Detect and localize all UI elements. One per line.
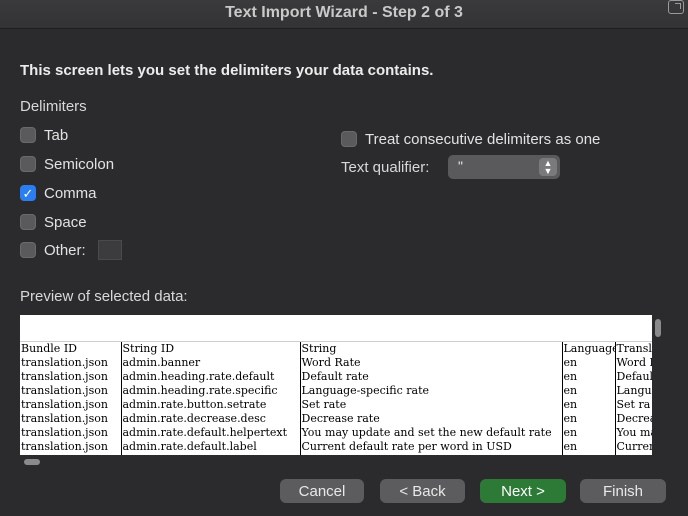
table-cell: en [562,426,616,441]
semicolon-checkbox[interactable] [20,156,36,172]
title-bar: Text Import Wizard - Step 2 of 3 [0,0,688,29]
table-cell: admin.rate.button.setrate [121,398,301,413]
table-cell: translation.json [20,356,122,371]
table-cell: translation.json [20,370,122,385]
table-cell: admin.rate.default.helpertext [121,426,301,441]
next-button[interactable]: Next > [480,479,566,503]
fullscreen-icon[interactable] [668,0,684,14]
other-option[interactable]: Other: [20,240,86,260]
table-cell: en [562,356,616,371]
text-import-wizard-window: Text Import Wizard - Step 2 of 3 This sc… [0,0,688,516]
delimiters-heading: Delimiters [20,98,87,115]
data-preview[interactable]: Bundle ID String ID String Language Transl tr… [20,315,666,469]
table-cell: You ma [616,426,653,440]
preview-column-header-strip[interactable] [20,315,652,342]
back-button[interactable]: < Back [380,479,465,503]
table-cell: Decrea [616,412,653,426]
other-label: Other: [44,241,86,259]
space-label: Space [44,213,87,231]
table-cell: translation.json [20,384,122,399]
space-option[interactable]: Space [20,212,87,232]
table-cell: admin.heading.rate.specific [121,384,301,399]
tab-checkbox[interactable] [20,127,36,143]
table-cell: translation.json [20,440,122,455]
vertical-scrollbar[interactable] [652,315,666,469]
table-row: translation.json admin.rate.default.helpe… [20,426,653,441]
text-qualifier-value: " [458,158,463,174]
comma-checkbox[interactable]: ✓ [20,185,36,201]
table-cell: admin.banner [121,356,301,371]
consecutive-option[interactable]: Treat consecutive delimiters as one [341,129,600,149]
chevron-updown-icon: ▲ ▼ [539,158,557,176]
other-delimiter-input[interactable] [98,240,122,260]
table-cell: en [562,370,616,385]
space-checkbox[interactable] [20,214,36,230]
preview-table: Bundle ID String ID String Language Transl tr… [20,342,652,455]
table-row: translation.json admin.heading.rate.speci… [20,384,653,399]
preview-heading: Preview of selected data: [20,288,188,305]
table-cell: Default rate [300,370,563,385]
table-cell: Language-specific rate [300,384,563,399]
text-qualifier-label: Text qualifier: [341,159,430,176]
table-row: translation.json admin.banner Word Rate en W… [20,356,653,371]
table-row: translation.json admin.heading.rate.defau… [20,370,653,385]
table-cell: Word R [616,356,653,369]
table-cell: translation.json [20,426,122,441]
table-cell: admin.heading.rate.default [121,370,301,385]
comma-option[interactable]: ✓ Comma [20,183,97,203]
horizontal-scrollbar[interactable] [20,455,652,469]
table-row: translation.json admin.rate.button.setrat… [20,398,652,413]
table-cell: en [562,398,616,413]
finish-button[interactable]: Finish [580,479,666,503]
table-cell: translation.json [20,412,122,427]
other-checkbox[interactable] [20,242,36,258]
table-cell: en [562,412,616,427]
table-cell: Bundle ID [20,342,122,357]
instruction-text: This screen lets you set the delimiters … [20,62,434,79]
semicolon-option[interactable]: Semicolon [20,154,114,174]
consecutive-checkbox[interactable] [341,131,357,147]
window-title: Text Import Wizard - Step 2 of 3 [225,4,463,21]
table-cell: admin.rate.decrease.desc [121,412,301,427]
text-qualifier-select[interactable]: " ▲ ▼ [448,155,560,179]
table-cell: Word Rate [300,356,563,371]
tab-label: Tab [44,126,69,144]
table-cell: Decrease rate [300,412,563,427]
table-cell: String ID [121,342,301,357]
comma-label: Comma [44,184,97,202]
table-row: translation.json admin.rate.decrease.desc… [20,412,653,427]
table-cell: translation.json [20,398,122,413]
table-row: Bundle ID String ID String Language Transl [20,342,652,357]
table-cell: String [300,342,563,357]
table-cell: Langua [616,384,653,397]
cancel-button[interactable]: Cancel [280,479,364,503]
table-cell: You may update and set the new default r… [300,426,563,441]
table-cell: Set rate [300,398,563,413]
table-cell: en [562,384,616,399]
table-cell: Transl [616,342,652,355]
table-cell: admin.rate.default.label [121,440,301,455]
vertical-scroll-thumb[interactable] [655,319,661,337]
table-cell: Defaul [616,370,653,383]
table-cell: en [562,440,616,455]
tab-option[interactable]: Tab [20,125,68,145]
horizontal-scroll-thumb[interactable] [24,459,40,465]
consecutive-label: Treat consecutive delimiters as one [365,130,601,148]
table-cell: Curren [616,440,653,454]
table-cell: Language [562,342,616,357]
table-cell: Set ra [616,398,651,412]
table-cell: Current default rate per word in USD [300,440,563,455]
semicolon-label: Semicolon [44,155,115,173]
table-row: translation.json admin.rate.default.label… [20,440,653,455]
